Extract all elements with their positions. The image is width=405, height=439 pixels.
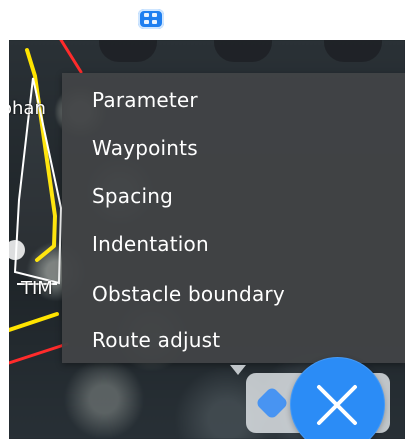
menu-item-waypoints[interactable]: Waypoints <box>92 134 198 162</box>
boundary-line-red <box>9 342 69 365</box>
menu-anchor-indicator <box>230 365 246 375</box>
grid-icon <box>144 13 157 24</box>
map-text-fragment: TIM <box>21 278 53 299</box>
menu-item-indentation[interactable]: Indentation <box>92 230 209 258</box>
close-icon <box>317 385 357 425</box>
map-text-fragment: ohan <box>9 98 46 119</box>
menu-item-route-adjust[interactable]: Route adjust <box>92 326 220 354</box>
menu-item-parameter[interactable]: Parameter <box>92 86 198 114</box>
menu-item-spacing[interactable]: Spacing <box>92 182 173 210</box>
menu-item-obstacle-boundary[interactable]: Obstacle boundary <box>92 280 285 308</box>
app-screen: ohan TIM Parameter Waypoints Spacing Ind… <box>0 0 405 439</box>
route-line-yellow <box>9 312 59 332</box>
context-menu: Parameter Waypoints Spacing Indentation … <box>62 73 405 363</box>
toolbar-chip[interactable] <box>138 9 164 29</box>
boundary-line-red <box>59 40 83 74</box>
